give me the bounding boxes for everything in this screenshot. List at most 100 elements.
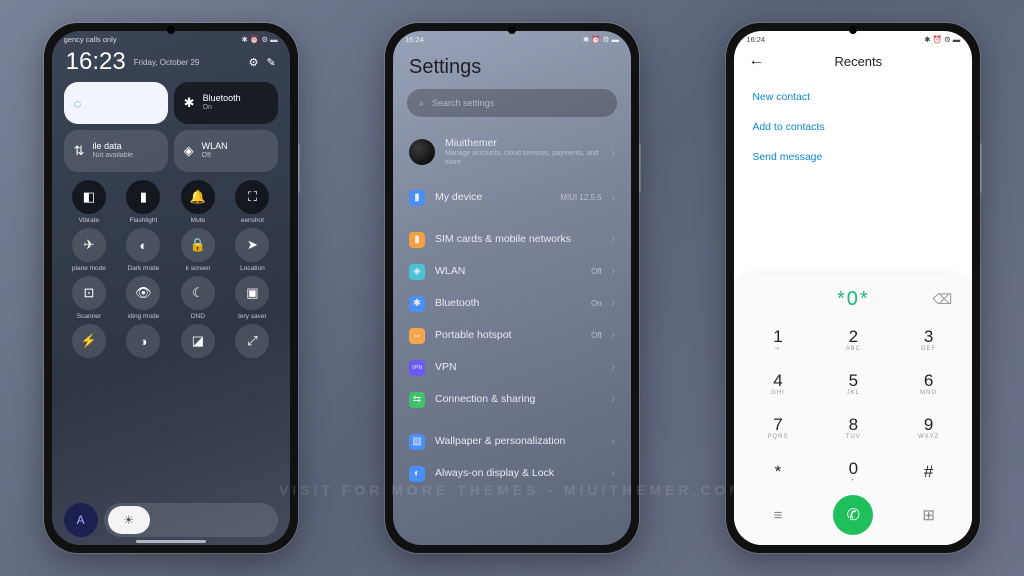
bluetooth-icon: ✱	[184, 95, 195, 111]
toggle-Dark mode[interactable]: ◐Dark mode	[118, 228, 169, 272]
toggle-label: Location	[240, 265, 265, 272]
wifi-icon: ◈	[184, 143, 194, 159]
chevron-right-icon: ›	[612, 436, 615, 447]
row-icon: VPN	[409, 360, 425, 376]
chevron-right-icon: ›	[612, 192, 615, 203]
row-icon: ▮	[409, 190, 425, 206]
toggle-icon: ⛶	[235, 180, 269, 214]
toggle-DND[interactable]: ☾DND	[173, 276, 224, 320]
search-input[interactable]: ⌕ Search settings	[407, 89, 617, 117]
toggle-13[interactable]: ◑	[118, 324, 169, 361]
toggle-12[interactable]: ⚡	[64, 324, 115, 361]
toggle-label: Scanner	[77, 313, 101, 320]
toggle-label: Mute	[191, 217, 205, 224]
toggle-label: Dark mode	[128, 265, 160, 272]
grid-button[interactable]: ⊞	[891, 506, 966, 524]
row-icon: ✱	[409, 296, 425, 312]
brightness-handle[interactable]: ☀	[108, 506, 150, 534]
settings-row-profile[interactable]: Miuithemer Manage accounts, cloud servic…	[393, 127, 631, 182]
toggle-icon: ▣	[235, 276, 269, 310]
toggle-Vibrate[interactable]: ◧ Vibrate	[64, 180, 115, 224]
phone-control-center: gency calls only ✱ ⏰ ⚙ ▬ 16:23 Friday, O…	[44, 23, 298, 553]
chevron-right-icon: ›	[612, 394, 615, 405]
settings-row[interactable]: ◐Always-on display & Lock›	[393, 458, 631, 490]
toggle-iding mode[interactable]: 👁iding mode	[118, 276, 169, 320]
key-4[interactable]: 4GHI	[740, 361, 815, 405]
toggle-label: eenshot	[241, 217, 264, 224]
search-placeholder: Search settings	[432, 98, 494, 108]
settings-row[interactable]: ✱BluetoothOn›	[393, 288, 631, 320]
key-1[interactable]: 1∞	[740, 317, 815, 361]
tile-humidity[interactable]: ◌	[64, 82, 168, 124]
toggle-icon: ☾	[181, 276, 215, 310]
dialer-link[interactable]: Send message	[752, 142, 954, 172]
toggle-icon: ✈	[72, 228, 106, 262]
page-title: Settings	[393, 46, 631, 89]
avatar	[409, 139, 435, 165]
settings-row[interactable]: VPNVPN›	[393, 352, 631, 384]
key-0[interactable]: 0+	[816, 449, 891, 493]
toggle-icon: 👁	[126, 276, 160, 310]
nav-pill[interactable]	[136, 540, 206, 543]
toggle-k screen[interactable]: 🔒k screen	[173, 228, 224, 272]
settings-row[interactable]: ▮My deviceMIUI 12.5.5›	[393, 182, 631, 214]
toggle-15[interactable]: ⤢	[227, 324, 278, 361]
menu-button[interactable]: ≡	[740, 507, 815, 524]
key-8[interactable]: 8TUV	[816, 405, 891, 449]
settings-row[interactable]: ⇔Portable hotspotOff›	[393, 320, 631, 352]
dialer-link[interactable]: New contact	[752, 82, 954, 112]
key-3[interactable]: 3DEF	[891, 317, 966, 361]
row-icon: ◈	[409, 264, 425, 280]
row-icon: ⇔	[409, 328, 425, 344]
key-2[interactable]: 2ABC	[816, 317, 891, 361]
search-icon: ⌕	[419, 98, 424, 109]
chevron-right-icon: ›	[612, 330, 615, 341]
camera-notch	[849, 26, 857, 34]
key-7[interactable]: 7PQRS	[740, 405, 815, 449]
toggle-Location[interactable]: ➤ Location	[227, 228, 278, 272]
settings-icon[interactable]: ⚙	[249, 56, 259, 69]
key-*[interactable]: *	[740, 449, 815, 493]
toggle-icon: ⤢	[235, 324, 269, 358]
status-icons: ✱ ⏰ ⚙ ▬	[924, 35, 960, 44]
carrier-text: gency calls only	[64, 35, 117, 44]
settings-row[interactable]: ▮SIM cards & mobile networks›	[393, 224, 631, 256]
toggle-14[interactable]: ◪	[173, 324, 224, 361]
chevron-right-icon: ›	[612, 147, 615, 158]
toggle-tery saver[interactable]: ▣tery saver	[227, 276, 278, 320]
key-5[interactable]: 5JKL	[816, 361, 891, 405]
key-9[interactable]: 9WXYZ	[891, 405, 966, 449]
edit-icon[interactable]: ✎	[266, 56, 275, 69]
toggle-Flashlight[interactable]: ▮Flashlight	[118, 180, 169, 224]
tile-wlan[interactable]: ◈ WLANOff	[174, 130, 278, 172]
settings-row[interactable]: ⇆Connection & sharing›	[393, 384, 631, 416]
phone-dialer: 16:24 ✱ ⏰ ⚙ ▬ ← Recents New contactAdd t…	[726, 23, 980, 553]
chevron-right-icon: ›	[612, 266, 615, 277]
tile-bluetooth[interactable]: ✱ BluetoothOn	[174, 82, 278, 124]
page-title: Recents	[758, 54, 958, 69]
toggle-icon: ➤	[235, 228, 269, 262]
toggle-Scanner[interactable]: ⊡Scanner	[64, 276, 115, 320]
chevron-right-icon: ›	[612, 468, 615, 479]
settings-row[interactable]: ▨Wallpaper & personalization›	[393, 426, 631, 458]
dialer-link[interactable]: Add to contacts	[752, 112, 954, 142]
backspace-button[interactable]: ⌫	[933, 291, 953, 308]
key-#[interactable]: #	[891, 449, 966, 493]
brightness-slider[interactable]: ☀	[104, 503, 278, 537]
toggle-label: Vibrate	[79, 217, 99, 224]
droplet-icon: ◌	[74, 96, 82, 111]
camera-notch	[167, 26, 175, 34]
chevron-right-icon: ›	[612, 362, 615, 373]
call-button[interactable]: ✆	[833, 495, 873, 535]
chevron-right-icon: ›	[612, 234, 615, 245]
tile-mobile-data[interactable]: ⇅ ile dataNot available	[64, 130, 168, 172]
auto-brightness-button[interactable]: A	[64, 503, 98, 537]
settings-row[interactable]: ◈WLANOff›	[393, 256, 631, 288]
toggle-eenshot[interactable]: ⛶ eenshot	[227, 180, 278, 224]
key-6[interactable]: 6MNO	[891, 361, 966, 405]
toggle-Mute[interactable]: 🔔Mute	[173, 180, 224, 224]
toggle-plane mode[interactable]: ✈plane mode	[64, 228, 115, 272]
toggle-icon: ◧	[72, 180, 106, 214]
status-time: 16:24	[405, 35, 424, 44]
data-icon: ⇅	[74, 143, 85, 159]
